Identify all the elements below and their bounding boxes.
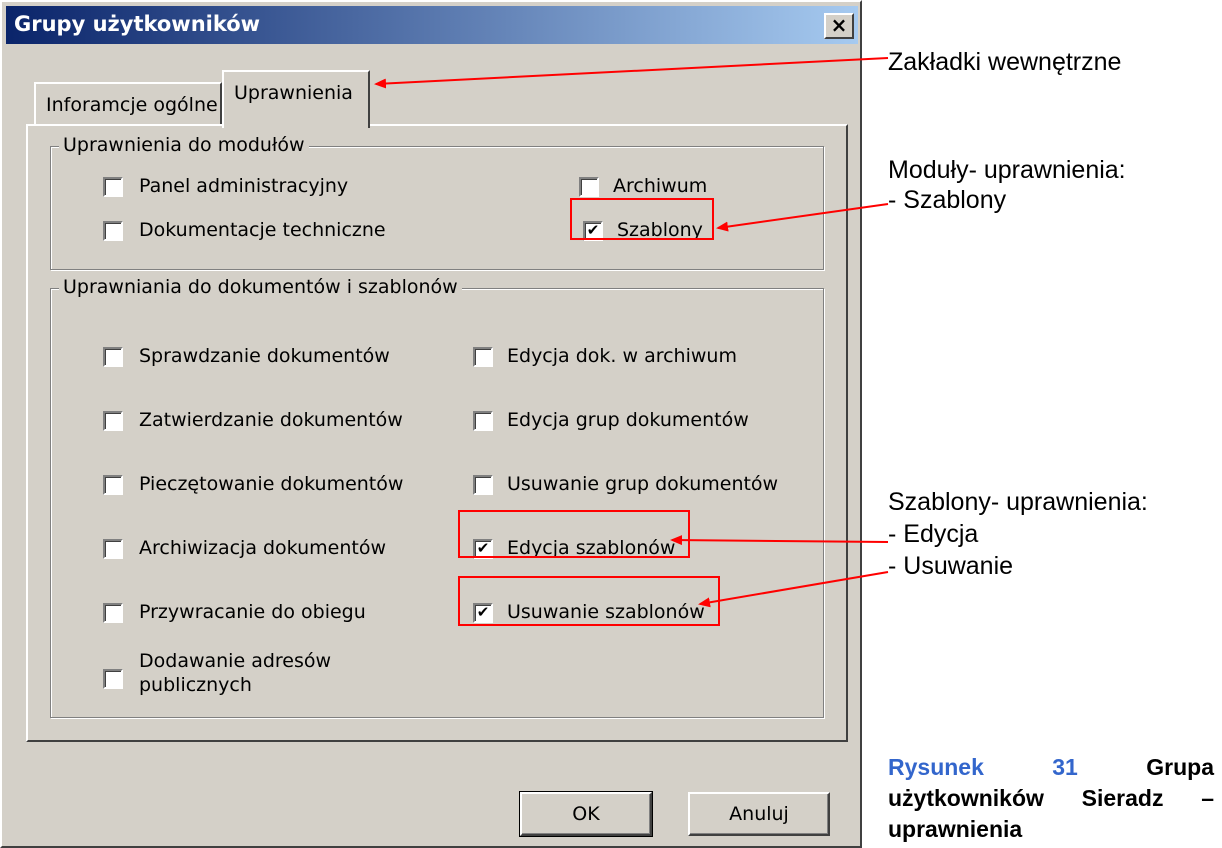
add-public-addresses-checkbox[interactable] [103,669,123,689]
edit-doc-groups-label: Edycja grup dokumentów [507,409,749,431]
ok-button[interactable]: OK [519,791,653,837]
tab-general-info[interactable]: Inforamcje ogólne [34,82,222,126]
modules-annotation-title: Moduły- uprawnienia: [888,156,1126,184]
title-bar[interactable]: Grupy użytkowników × [6,6,858,44]
templates-annotation-title: Szablony- uprawnienia: [888,488,1148,516]
edit-archive-label: Edycja dok. w archiwum [507,345,737,367]
tab-permissions[interactable]: Uprawnienia [222,70,370,128]
archive-docs-checkbox[interactable] [103,539,123,559]
approve-docs-label: Zatwierdzanie dokumentów [139,409,403,431]
caption-prefix: Rysunek [888,754,984,780]
edit-doc-groups-checkbox[interactable] [473,411,493,431]
caption-word1: Grupa [1146,754,1214,780]
figure-caption: Rysunek 31 Grupa użytkowników Sieradz – … [888,752,1214,845]
close-button[interactable]: × [824,13,854,39]
window-title: Grupy użytkowników [14,12,261,36]
add-public-addresses-label-line2: publicznych [139,674,252,696]
tab-permissions-label: Uprawnienia [234,82,353,104]
restore-circulation-label: Przywracanie do obiegu [139,601,366,623]
close-icon: × [830,13,848,37]
seal-docs-checkbox[interactable] [103,475,123,495]
tech-docs-label: Dokumentacje techniczne [139,219,386,241]
documents-group: Uprawniania do dokumentów i szablonów Sp… [50,276,824,718]
caption-line3: uprawnienia [888,816,1023,842]
tech-docs-checkbox[interactable] [103,221,123,241]
tabs-annotation: Zakładki wewnętrzne [888,48,1122,76]
check-docs-label: Sprawdzanie dokumentów [139,345,390,367]
caption-line2-c: – [1201,785,1214,811]
edit-archive-checkbox[interactable] [473,347,493,367]
delete-doc-groups-label: Usuwanie grup dokumentów [507,473,779,495]
dialog-window: Grupy użytkowników × Inforamcje ogólne U… [0,0,862,848]
panel-admin-label: Panel administracyjny [139,175,349,197]
restore-circulation-checkbox[interactable] [103,603,123,623]
modules-group-legend: Uprawnienia do modułów [59,134,309,156]
delete-templates-highlight [458,576,720,626]
panel-admin-checkbox[interactable] [103,177,123,197]
templates-module-highlight [570,198,714,240]
caption-line2-b: Sieradz [1081,785,1164,811]
delete-doc-groups-checkbox[interactable] [473,475,493,495]
documents-group-legend: Uprawniania do dokumentów i szablonów [59,276,462,298]
modules-annotation-item: - Szablony [888,186,1007,214]
archive-docs-label: Archiwizacja dokumentów [139,537,386,559]
templates-annotation-item2: - Usuwanie [888,552,1014,580]
templates-annotation-item1: - Edycja [888,520,979,548]
tab-panel: Uprawnienia do modułów Panel administrac… [26,124,848,742]
check-docs-checkbox[interactable] [103,347,123,367]
archive-label: Archiwum [613,175,708,197]
add-public-addresses-label-line1: Dodawanie adresów [139,650,332,672]
caption-line2-a: użytkowników [888,785,1044,811]
edit-templates-highlight [458,510,690,558]
tab-general-info-label: Inforamcje ogólne [46,94,218,116]
archive-checkbox[interactable] [579,177,599,197]
seal-docs-label: Pieczętowanie dokumentów [139,473,404,495]
approve-docs-checkbox[interactable] [103,411,123,431]
caption-number: 31 [1052,754,1078,780]
cancel-button[interactable]: Anuluj [688,792,830,836]
